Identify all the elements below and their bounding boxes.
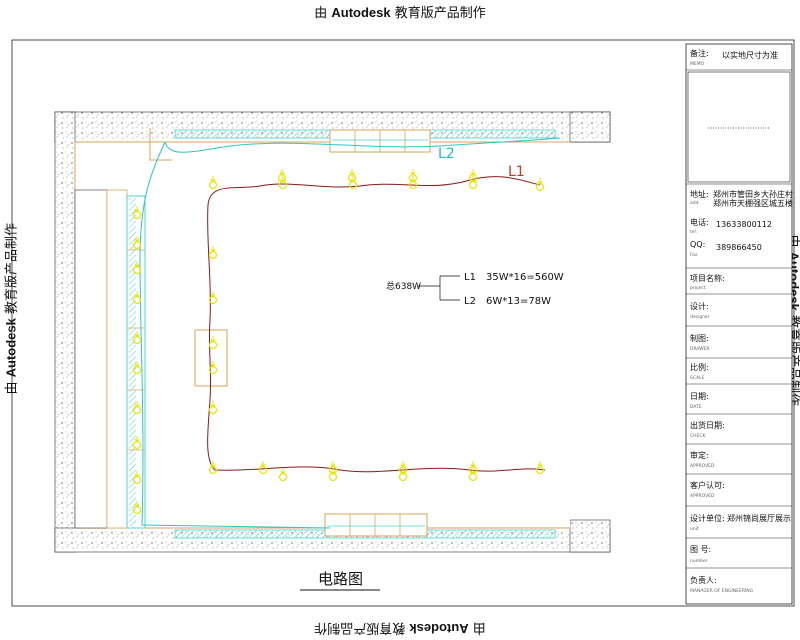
label-l1-plan: L1 [508,164,525,180]
drawer-sub: DRAWER [690,346,710,352]
client-approve-sub: APPROVED [690,493,715,499]
memo-value: 以实地尺寸为准 [722,50,778,60]
left-column [74,189,128,529]
design-unit-sub: unit [690,526,699,532]
designer-label: 设计: [690,301,709,311]
tel-value: 13633800112 [716,220,772,229]
designer-sub: designer [690,314,710,320]
qq-label: QQ: [690,240,705,249]
title-block: 备注: MEMO 以实地尺寸为准 地址: add. 郑州市管田乡大孙庄村 郑州市… [685,43,793,605]
legend-l2-id: L2 [464,296,476,307]
approve-sub: APPROVED [690,463,715,469]
address-line2: 郑州市天棚强区城五楼 [713,198,793,208]
address-label: 地址: [690,189,709,199]
project-sub: project [690,285,706,291]
drawing-no-label: 图 号: [690,545,711,554]
legend-l2-spec: 6W*13=78W [486,296,551,307]
address-line1: 郑州市管田乡大孙庄村 [713,189,793,199]
drawing-sheet: L1 L2 总638W L1 35W*16=560W L2 6W*13=78W … [11,39,795,607]
drawing-no-sub: number [690,558,708,564]
memo-sub: MEMO [690,61,705,67]
legend-l1-spec: 35W*16=560W [486,272,564,283]
center-display-table [194,329,228,387]
label-l2-plan: L2 [438,146,455,162]
manager-label: 负责人: [690,575,717,585]
project-label: 项目名称: [690,273,725,283]
approve-label: 审定: [690,450,709,460]
drawer-label: 制图: [690,333,709,343]
qq-value: 389866450 [716,243,762,252]
address-sub: add. [690,200,700,206]
memo-label: 备注: [690,48,709,58]
scale-label: 比例: [690,362,709,372]
tel-sub: tel. [690,229,697,235]
design-unit-value: 郑州锦尚展厅展示 [727,513,791,523]
ship-date-label: 出货日期: [690,420,725,430]
legend-l1-id: L1 [464,272,476,283]
drawing-title: 电路图 [318,570,363,588]
ship-date-sub: CHECK [690,433,707,439]
total-power: 总638W [386,280,421,292]
manager-sub: MANAGER OF ENGINEERING [690,588,754,594]
tel-label: 电话: [690,217,709,227]
date-label: 日期: [690,392,709,401]
scale-sub: SCALE [690,375,705,381]
qq-sub: Fax [690,252,698,258]
date-sub: DATE [690,404,702,410]
client-approve-label: 客户认可: [690,480,725,490]
design-unit-label: 设计单位: [690,513,725,523]
